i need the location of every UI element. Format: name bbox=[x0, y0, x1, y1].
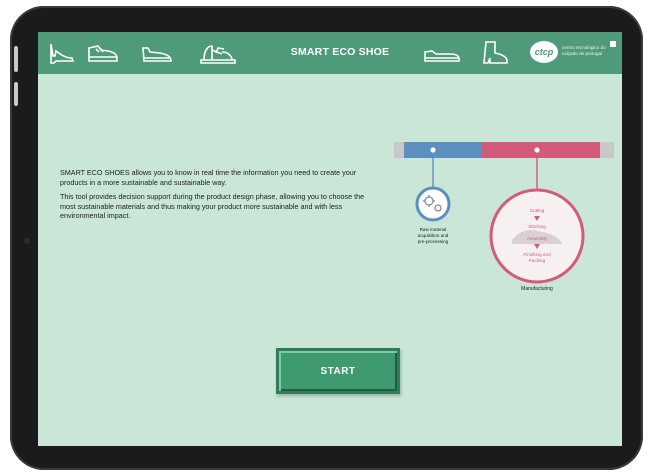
heel-shoe-icon[interactable] bbox=[48, 40, 76, 66]
loafer-icon[interactable] bbox=[140, 40, 174, 66]
step-finishing-2: Packing bbox=[529, 258, 546, 263]
raw-material-node[interactable] bbox=[415, 186, 451, 222]
manufacturing-label: Manufacturing bbox=[521, 286, 553, 292]
app-title: SMART ECO SHOE bbox=[290, 46, 390, 58]
lifecycle-diagram: Cutting Stitching Assembly Finishing and… bbox=[392, 140, 622, 300]
flat-shoe-icon[interactable] bbox=[422, 40, 462, 66]
start-button[interactable]: START bbox=[276, 348, 400, 394]
timeline-segment-raw-material bbox=[404, 142, 482, 158]
intro-paragraph-2: This tool provides decision support duri… bbox=[60, 192, 365, 221]
sneaker-icon[interactable] bbox=[86, 40, 120, 66]
intro-text: SMART ECO SHOES allows you to know in re… bbox=[60, 168, 380, 226]
side-button bbox=[14, 46, 18, 72]
ctcp-logo-mark: ctcp bbox=[530, 41, 558, 63]
timeline-marker-manufacturing bbox=[534, 147, 540, 153]
corner-square bbox=[610, 41, 616, 47]
sandal-icon[interactable] bbox=[198, 40, 238, 66]
boot-icon[interactable] bbox=[480, 40, 510, 66]
lifecycle-diagram-svg: Cutting Stitching Assembly Finishing and… bbox=[394, 142, 614, 292]
raw-material-label-1: Raw material bbox=[420, 227, 447, 232]
raw-material-label-3: pre-processing bbox=[418, 239, 449, 244]
intro-paragraph-1: SMART ECO SHOES allows you to know in re… bbox=[60, 168, 357, 187]
timeline-segment-manufacturing bbox=[482, 142, 600, 158]
app-screen: SMART ECO SHOE ctcp centro tecnológico d… bbox=[38, 32, 622, 446]
raw-material-label-2: acquisition and bbox=[418, 233, 449, 238]
camera bbox=[24, 238, 30, 244]
header-bar: SMART ECO SHOE ctcp centro tecnológico d… bbox=[38, 32, 622, 74]
step-assembly: Assembly bbox=[527, 236, 548, 241]
timeline-marker-raw bbox=[430, 147, 436, 153]
ctcp-logo: ctcp centro tecnológico do calçado de po… bbox=[530, 40, 618, 66]
side-button bbox=[14, 82, 18, 106]
step-finishing-1: Finishing and bbox=[523, 252, 551, 257]
step-cutting: Cutting bbox=[530, 208, 545, 213]
step-stitching: Stitching bbox=[528, 224, 546, 229]
